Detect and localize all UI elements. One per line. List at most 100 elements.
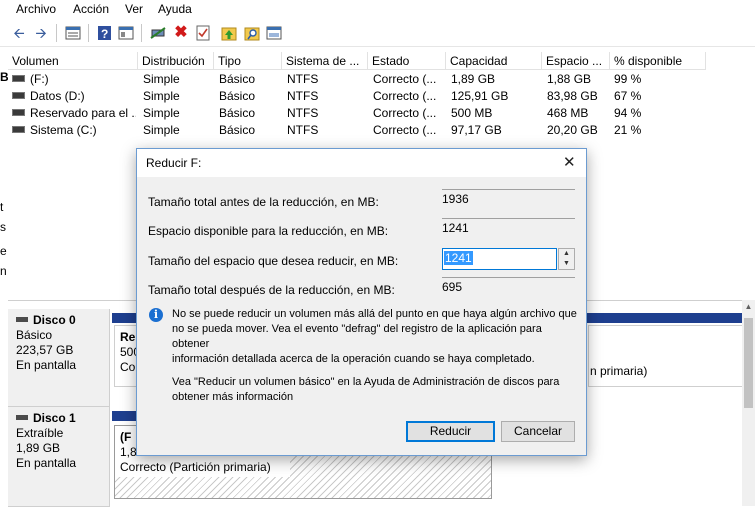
disk-1-size: 1,89 GB [16, 441, 61, 455]
volume-name: Sistema (C:) [12, 122, 136, 139]
disk-0-partition-bar-right [586, 313, 744, 323]
menu-archivo[interactable]: Archivo [16, 2, 56, 16]
column-header-sistema[interactable]: Sistema de ... [282, 52, 368, 70]
disk-list-icon[interactable] [64, 24, 82, 42]
cell-sistema: NTFS [287, 106, 319, 120]
shrink-dialog: Reducir F: ✕ Tamaño total antes de la re… [136, 148, 587, 456]
info-line: información detallada acerca de la opera… [172, 353, 535, 365]
table-row[interactable]: (F:) Simple Básico NTFS Correcto (... 1,… [8, 71, 755, 88]
partition-status: Correcto (Partición primaria) [120, 460, 271, 474]
cell-distribucion: Simple [143, 123, 180, 137]
info-icon: i [149, 308, 163, 322]
checklist-icon[interactable] [194, 24, 212, 42]
disk-view-icon[interactable] [265, 24, 283, 42]
column-header-estado[interactable]: Estado [368, 52, 446, 70]
forward-arrow-icon[interactable]: 🡪 [32, 24, 50, 42]
toolbar: 🡨 🡪 ? ✖ [0, 20, 755, 47]
scroll-up-icon[interactable]: ▲ [742, 300, 755, 314]
connect-icon[interactable] [149, 24, 167, 42]
cell-disponible: 99 % [614, 72, 642, 86]
cell-capacidad: 500 MB [451, 106, 493, 120]
stepper-up-icon[interactable]: ▲ [559, 249, 574, 259]
info-message: No se puede reducir un volumen más allá … [172, 307, 582, 367]
table-row[interactable]: Reservado para el ... Simple Básico NTFS… [8, 105, 755, 122]
cell-estado: Correcto (... [373, 89, 437, 103]
background-text-fragment: s [0, 220, 6, 234]
help-message: Vea "Reducir un volumen básico" en la Ay… [172, 375, 582, 405]
background-text-fragment: B [0, 70, 8, 84]
cell-distribucion: Simple [143, 89, 180, 103]
volume-name: (F:) [12, 71, 136, 88]
folder-up-icon[interactable] [220, 24, 238, 42]
partition-status: n primaria) [590, 364, 648, 378]
cancel-button[interactable]: Cancelar [501, 421, 575, 442]
column-header-espacio[interactable]: Espacio ... [542, 52, 610, 70]
background-text-fragment: n [0, 264, 7, 278]
column-header-capacidad[interactable]: Capacidad [446, 52, 542, 70]
disk-0-partition-bar [112, 313, 136, 323]
volume-label: Reservado para el ... [30, 106, 136, 120]
info-line: No se puede reducir un volumen más allá … [172, 308, 577, 320]
disk-1-type: Extraíble [16, 426, 64, 440]
help-line: obtener más información [172, 391, 294, 403]
volume-name: Reservado para el ... [12, 105, 136, 122]
menu-bar: Archivo Acción Ver Ayuda [0, 0, 755, 20]
background-text-fragment: t [0, 200, 4, 214]
drive-icon [12, 92, 25, 100]
disk-0-partition-right[interactable]: n primaria) [588, 325, 746, 387]
cell-distribucion: Simple [143, 106, 180, 120]
cell-sistema: NTFS [287, 123, 319, 137]
disk-1-name: Disco 1 [33, 411, 76, 425]
disk-icon [16, 317, 28, 323]
shrink-amount-stepper[interactable]: ▲ ▼ [558, 248, 575, 270]
cell-capacidad: 1,89 GB [451, 72, 496, 86]
cell-disponible: 94 % [614, 106, 642, 120]
menu-accion[interactable]: Acción [73, 2, 109, 16]
cell-espacio: 1,88 GB [547, 72, 592, 86]
table-row[interactable]: Sistema (C:) Simple Básico NTFS Correcto… [8, 122, 755, 139]
folder-search-icon[interactable] [243, 24, 261, 42]
disk-0-title: Disco 0 [16, 313, 109, 328]
column-header-distribucion[interactable]: Distribución [138, 52, 214, 70]
cell-tipo: Básico [219, 106, 256, 120]
shrink-amount-input[interactable]: 1241 [442, 248, 557, 270]
background-text-fragment: e [0, 244, 7, 258]
disk-0-header[interactable]: Disco 0 Básico 223,57 GB En pantalla [8, 309, 110, 407]
label-to-shrink: Tamaño del espacio que desea reducir, en… [148, 254, 399, 268]
back-arrow-icon[interactable]: 🡨 [10, 24, 28, 42]
svg-text:?: ? [101, 27, 108, 41]
label-total-before: Tamaño total antes de la reducción, en M… [148, 195, 379, 209]
cell-estado: Correcto (... [373, 123, 437, 137]
disk-0-state: En pantalla [16, 358, 77, 372]
close-icon[interactable]: ✕ [563, 153, 576, 171]
menu-ver[interactable]: Ver [125, 2, 143, 16]
disk-1-title: Disco 1 [16, 411, 109, 426]
toolbar-separator [88, 24, 89, 42]
column-header-disponible[interactable]: % disponible [610, 52, 706, 70]
table-row[interactable]: Datos (D:) Simple Básico NTFS Correcto (… [8, 88, 755, 105]
help-icon[interactable]: ? [95, 24, 113, 42]
field-total-after: 695 [442, 277, 575, 297]
volume-name: Datos (D:) [12, 88, 136, 105]
cell-tipo: Básico [219, 123, 256, 137]
stepper-down-icon[interactable]: ▼ [559, 259, 574, 269]
disk-1-header[interactable]: Disco 1 Extraíble 1,89 GB En pantalla [8, 407, 110, 507]
vertical-scrollbar[interactable]: ▲ [742, 300, 755, 506]
properties-icon[interactable] [117, 24, 135, 42]
drive-icon [12, 126, 25, 134]
column-header-tipo[interactable]: Tipo [214, 52, 282, 70]
scrollbar-thumb[interactable] [744, 318, 753, 408]
label-available: Espacio disponible para la reducción, en… [148, 224, 389, 238]
menu-ayuda[interactable]: Ayuda [158, 2, 192, 16]
cell-sistema: NTFS [287, 89, 319, 103]
cell-tipo: Básico [219, 72, 256, 86]
drive-icon [12, 75, 25, 83]
delete-icon[interactable]: ✖ [172, 24, 190, 42]
info-line: no se pueda mover. Vea el evento "defrag… [172, 323, 542, 350]
help-line: Vea "Reducir un volumen básico" en la Ay… [172, 376, 560, 388]
column-header-volumen[interactable]: Volumen [8, 52, 138, 70]
disk-icon [16, 415, 28, 421]
shrink-button[interactable]: Reducir [406, 421, 495, 442]
field-total-before: 1936 [442, 189, 575, 209]
volume-label: (F:) [30, 72, 49, 86]
